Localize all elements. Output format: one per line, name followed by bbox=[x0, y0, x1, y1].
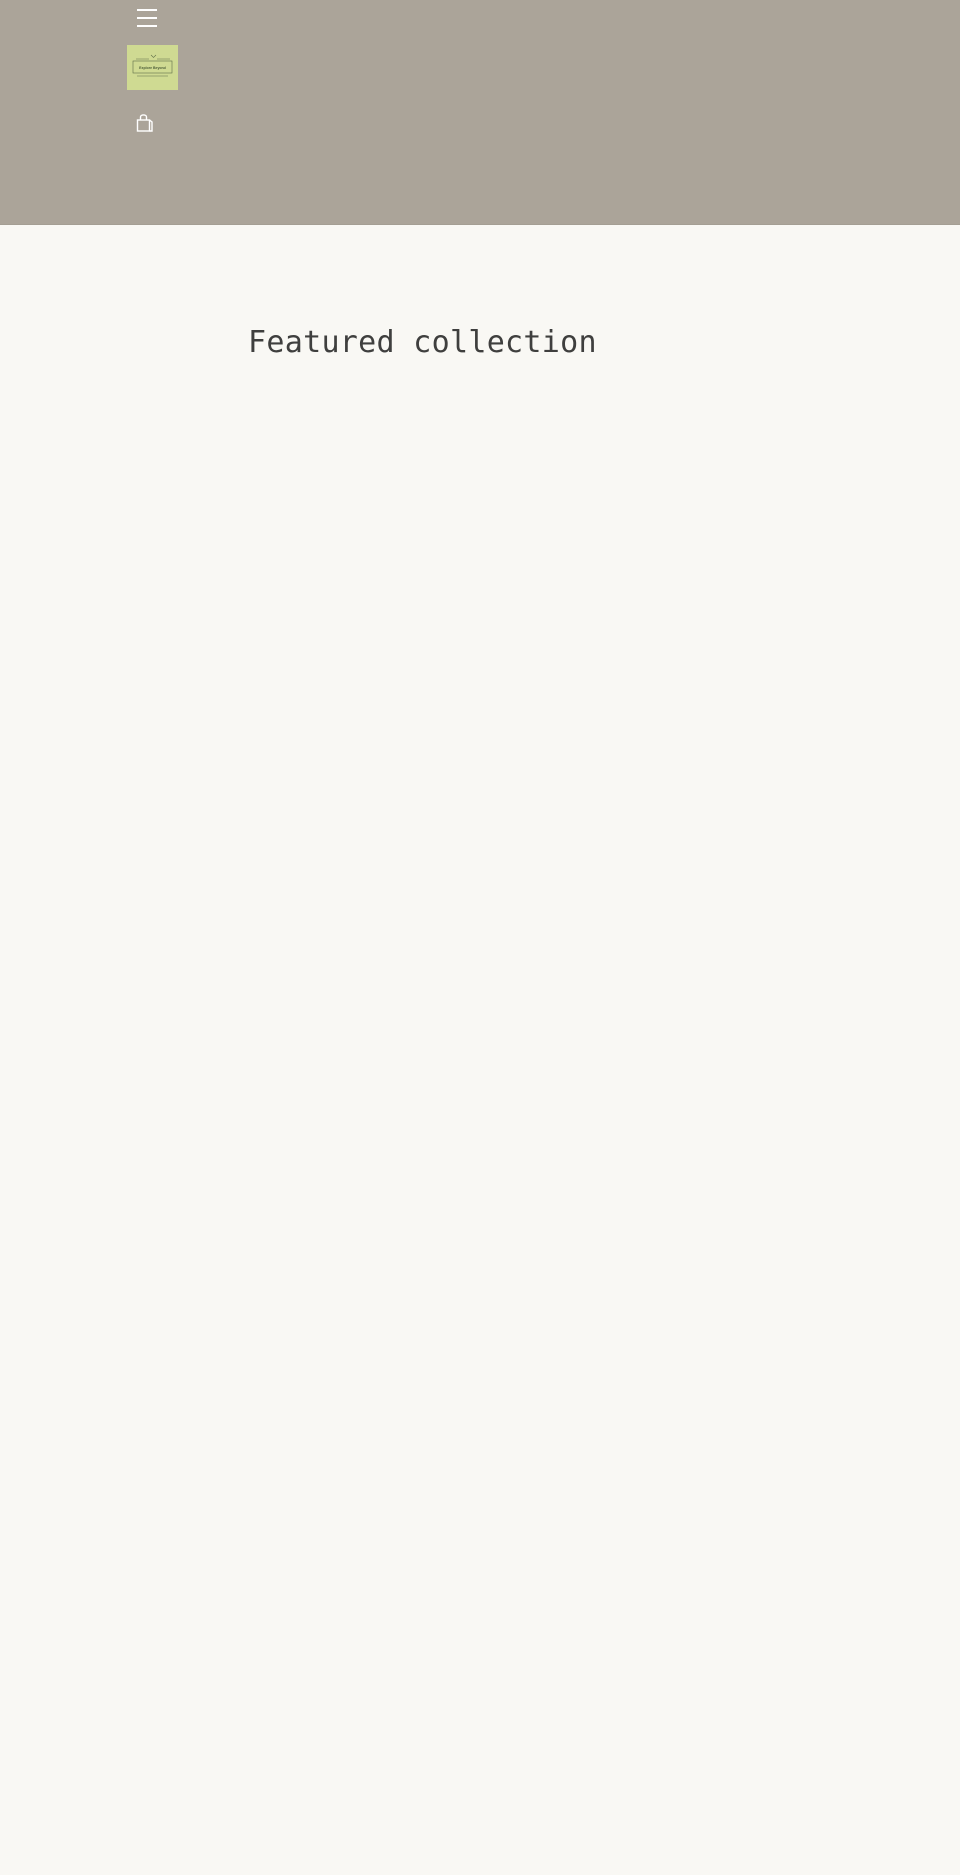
featured-collection-title: Featured collection bbox=[248, 325, 597, 360]
menu-line bbox=[137, 9, 157, 11]
hamburger-menu-icon[interactable] bbox=[137, 9, 157, 27]
menu-line bbox=[137, 17, 157, 19]
logo-text: Explore Beyond bbox=[139, 65, 166, 70]
cart-icon-graphic bbox=[136, 114, 153, 132]
logo-mark: Explore Beyond bbox=[130, 53, 175, 83]
store-logo[interactable]: Explore Beyond bbox=[127, 45, 178, 90]
menu-line bbox=[137, 25, 157, 27]
site-header: Explore Beyond bbox=[0, 0, 960, 225]
shopping-bag-icon[interactable] bbox=[136, 112, 154, 132]
